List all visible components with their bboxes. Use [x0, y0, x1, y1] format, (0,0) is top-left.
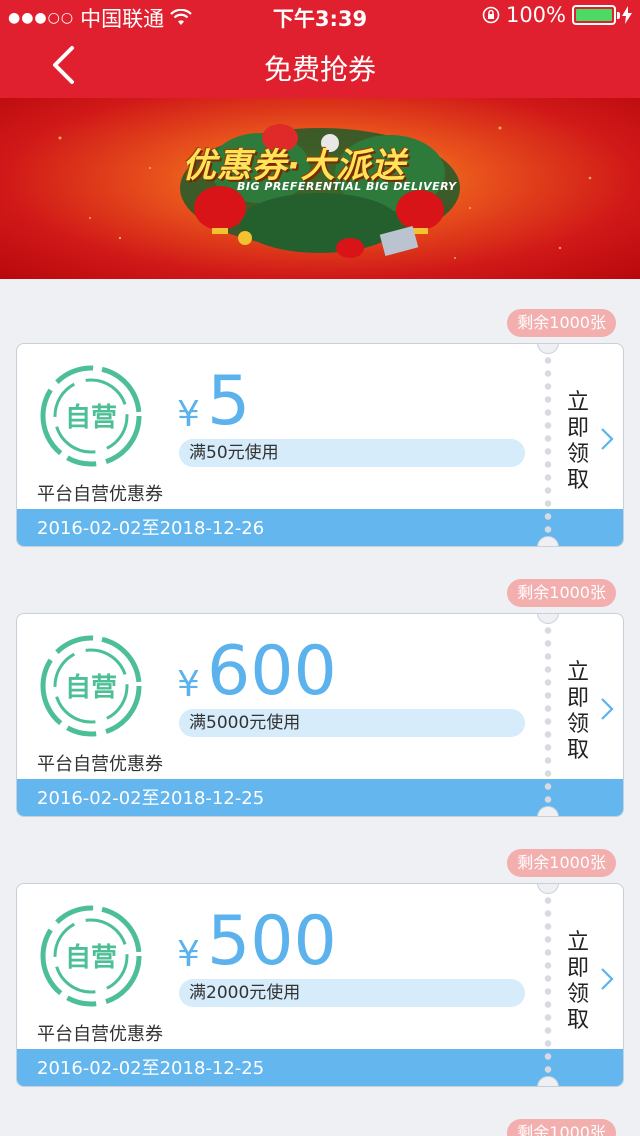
currency-symbol: ¥ — [177, 934, 200, 975]
charging-bolt-icon — [622, 6, 632, 24]
claim-button[interactable]: 立即领取 — [559, 344, 623, 509]
coupon-amount: 500 — [207, 902, 337, 981]
currency-symbol: ¥ — [177, 394, 200, 435]
coupon-amount: 5 — [207, 362, 251, 441]
usage-condition: 满2000元使用 — [179, 979, 525, 1007]
coupon-item: 剩余1000张 — [0, 1119, 640, 1136]
validity-date: 2016-02-02至2018-12-25 — [17, 779, 623, 816]
seal-text: 自营 — [65, 402, 117, 433]
nav-bar: 免费抢券 — [0, 32, 640, 98]
chevron-right-icon — [601, 698, 614, 720]
perforation-divider — [544, 354, 552, 544]
coupon-card[interactable]: 自营 平台自营优惠券 ¥ 600 满5000元使用 2016-02-02至201… — [16, 613, 624, 817]
banner-subtitle: BIG PREFERENTIAL BIG DELIVERY — [237, 180, 457, 193]
coupon-amount: 600 — [207, 632, 337, 711]
self-operated-seal-icon: 自营 — [40, 365, 142, 467]
status-right: 100% — [482, 3, 632, 27]
coupon-item: 剩余1000张 自营 平台自营优惠券 ¥ 600 满5000元使用 2016-0… — [0, 579, 640, 849]
chevron-right-icon — [601, 428, 614, 450]
notch — [537, 884, 559, 894]
page-title: 免费抢券 — [263, 53, 376, 86]
coupon-card[interactable]: 自营 平台自营优惠券 ¥ 5 满50元使用 2016-02-02至2018-12… — [16, 343, 624, 547]
coupon-name: 平台自营优惠券 — [37, 484, 163, 505]
claim-label: 立即领取 — [566, 930, 589, 1033]
claim-label: 立即领取 — [566, 660, 589, 763]
remaining-badge: 剩余1000张 — [507, 849, 616, 877]
perforation-divider — [544, 624, 552, 814]
coupon-item: 剩余1000张 自营 平台自营优惠券 ¥ 5 满50元使用 2016-02-02… — [0, 309, 640, 579]
remaining-badge: 剩余1000张 — [507, 579, 616, 607]
validity-date: 2016-02-02至2018-12-26 — [17, 509, 623, 546]
coupon-name: 平台自营优惠券 — [37, 754, 163, 775]
notch — [537, 344, 559, 354]
coupon-card[interactable]: 自营 平台自营优惠券 ¥ 500 满2000元使用 2016-02-02至201… — [16, 883, 624, 1087]
self-operated-seal-icon: 自营 — [40, 905, 142, 1007]
self-operated-seal-icon: 自营 — [40, 635, 142, 737]
remaining-badge: 剩余1000张 — [507, 1119, 616, 1136]
battery-percent: 100% — [505, 3, 566, 27]
rotation-lock-icon — [482, 6, 500, 24]
remaining-badge: 剩余1000张 — [507, 309, 616, 337]
perforation-divider — [544, 894, 552, 1084]
coupon-name: 平台自营优惠券 — [37, 1024, 163, 1045]
battery-fill — [576, 9, 612, 21]
notch — [537, 614, 559, 624]
validity-date: 2016-02-02至2018-12-25 — [17, 1049, 623, 1086]
seal-text: 自营 — [65, 672, 117, 703]
chevron-right-icon — [601, 968, 614, 990]
currency-symbol: ¥ — [177, 664, 200, 705]
coupon-item: 剩余1000张 自营 平台自营优惠券 ¥ 500 满2000元使用 2016-0… — [0, 849, 640, 1119]
seal-text: 自营 — [65, 942, 117, 973]
promo-banner[interactable]: 优惠券·大派送 BIG PREFERENTIAL BIG DELIVERY — [0, 98, 640, 279]
usage-condition: 满5000元使用 — [179, 709, 525, 737]
battery-icon — [572, 5, 620, 25]
claim-label: 立即领取 — [566, 390, 589, 493]
status-bar: ●●●○○ 中国联通 下午3:39 100% — [0, 0, 640, 32]
usage-condition: 满50元使用 — [179, 439, 525, 467]
claim-button[interactable]: 立即领取 — [559, 884, 623, 1049]
claim-button[interactable]: 立即领取 — [559, 614, 623, 779]
